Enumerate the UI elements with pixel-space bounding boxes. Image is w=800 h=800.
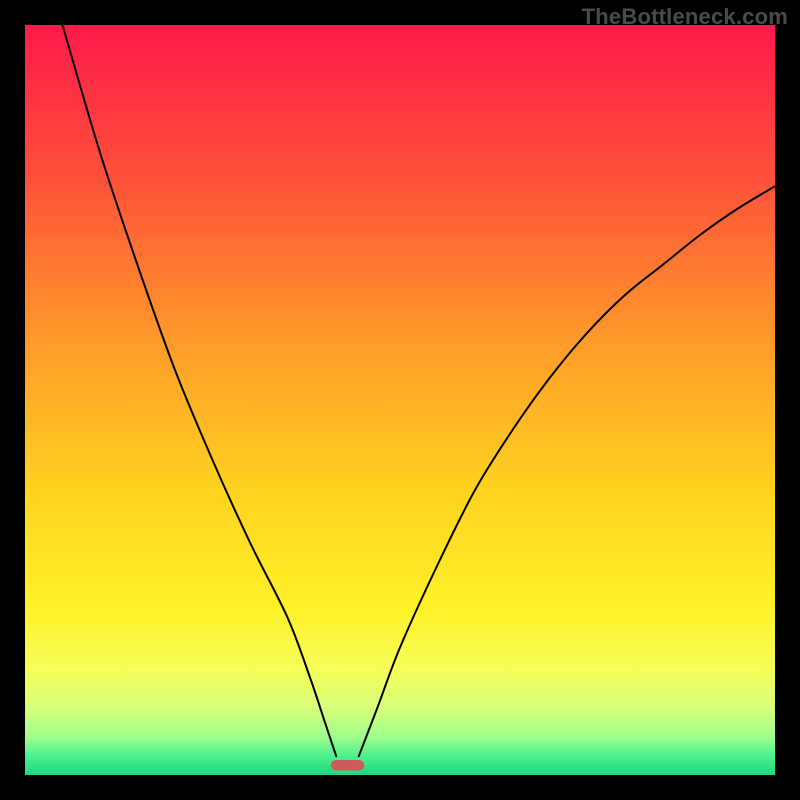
chart-plot-area xyxy=(25,25,775,775)
watermark-text: TheBottleneck.com xyxy=(582,4,788,30)
chart-frame: TheBottleneck.com xyxy=(0,0,800,800)
chart-svg xyxy=(25,25,775,775)
chart-background-gradient xyxy=(25,25,775,775)
chart-bottom-marker xyxy=(331,760,365,771)
